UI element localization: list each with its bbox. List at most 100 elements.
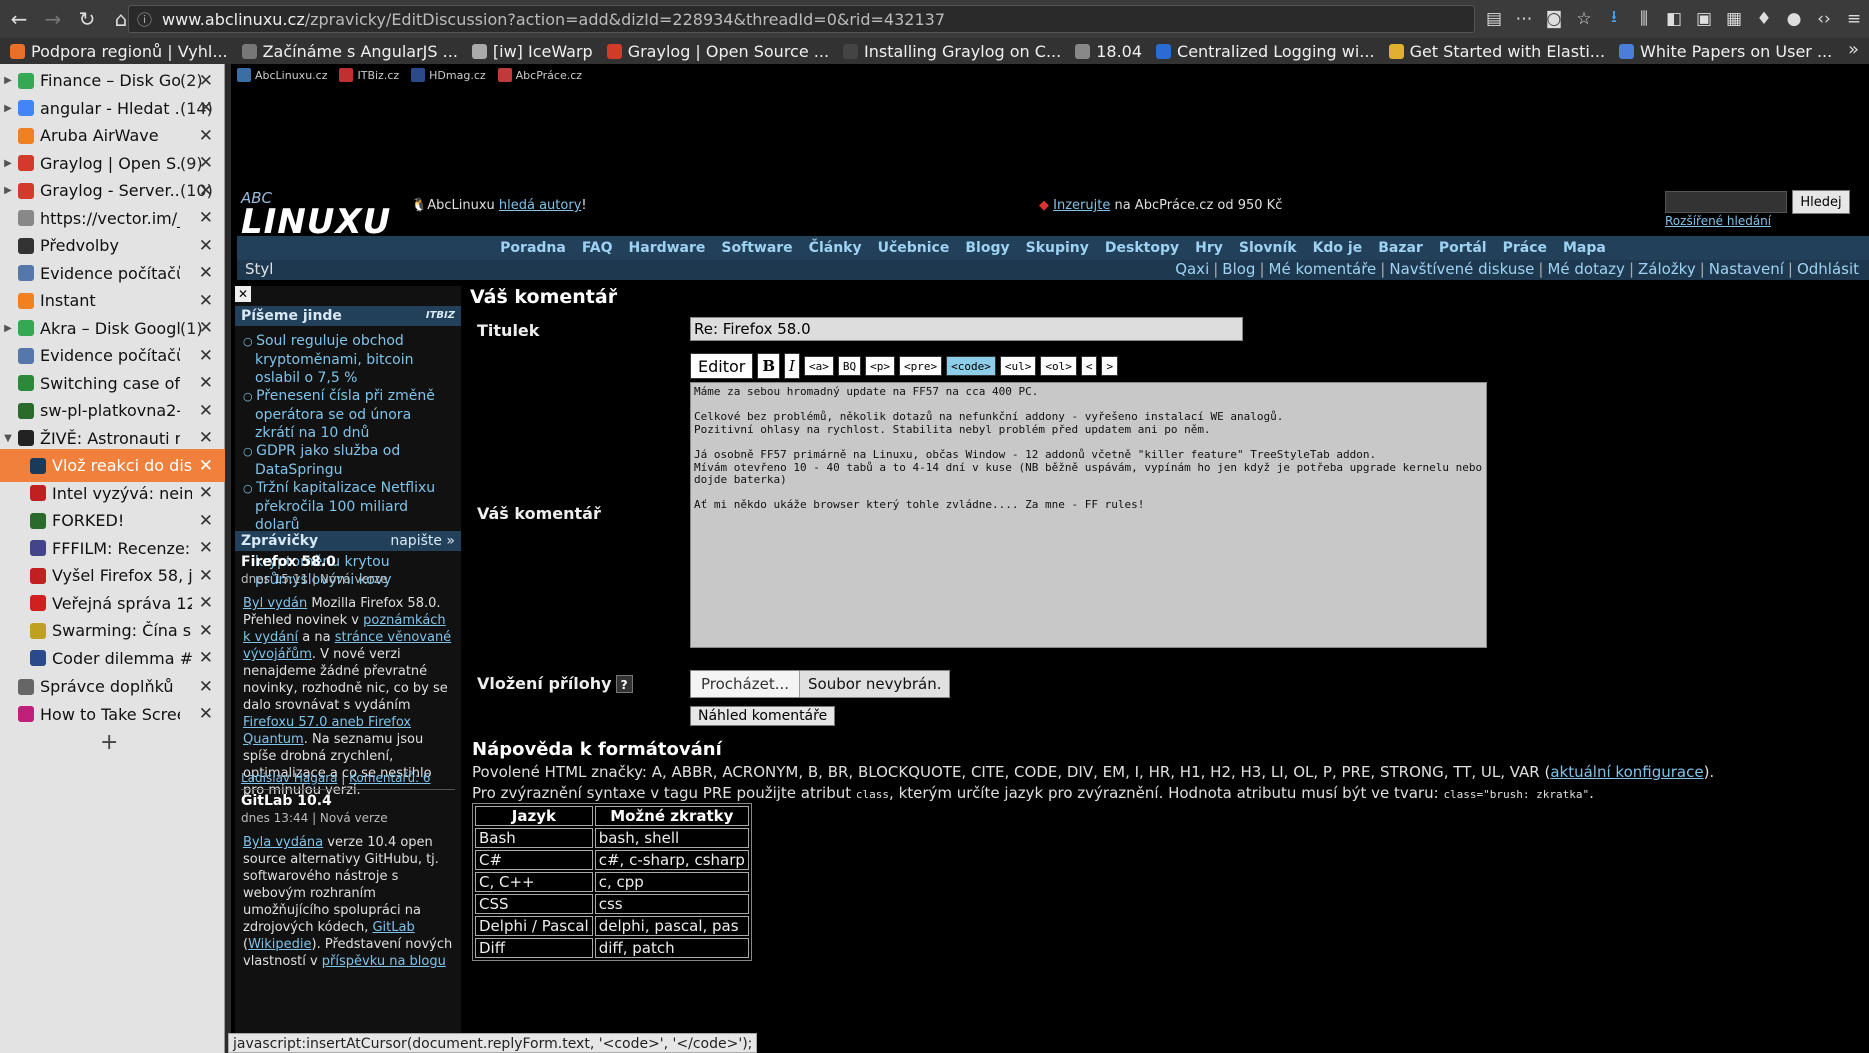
downloads-icon[interactable]: ⭳ [1599, 4, 1629, 33]
code-icon[interactable]: ‹› [1809, 9, 1839, 29]
menu-item[interactable]: Hardware [629, 240, 706, 256]
network-link[interactable]: AbcLinuxu.cz [237, 68, 327, 82]
toolbar-button[interactable]: Editor [690, 353, 754, 379]
url-bar[interactable]: ⓘ www.abclinuxu.cz/zpravicky/EditDiscuss… [128, 5, 1475, 33]
site-logo[interactable]: ABC LINUXU [241, 189, 390, 239]
close-icon[interactable]: ✕ [199, 538, 213, 558]
menu-item[interactable]: Poradna [500, 240, 566, 256]
jinde-item[interactable]: Přenesení čísla při změně operátora se o… [241, 387, 451, 442]
bookmark-item[interactable]: Podpora regionů | Vyhl... [10, 42, 228, 61]
toolbar-button[interactable]: <ol> [1040, 356, 1077, 376]
network-link[interactable]: ITBiz.cz [339, 68, 399, 82]
title-input[interactable] [690, 317, 1243, 341]
menu-icon[interactable]: ≡ [1839, 9, 1869, 29]
menu-item[interactable]: Blogy [965, 240, 1009, 256]
close-icon[interactable]: ✕ [199, 318, 213, 338]
toolbar-button[interactable]: <a> [803, 356, 834, 376]
search-button[interactable]: Hledej [1792, 190, 1850, 214]
file-chooser[interactable]: Procházet... Soubor nevybrán. [690, 670, 950, 698]
addon-icon[interactable]: ♦ [1749, 9, 1779, 29]
tab-twisty-icon[interactable]: ▶ [2, 323, 14, 334]
jinde-item[interactable]: Tržní kapitalizace Netflixu překročila 1… [241, 479, 451, 534]
user-link[interactable]: Záložky [1638, 260, 1696, 278]
advanced-search-link[interactable]: Rozšířené hledání [1665, 214, 1771, 228]
toolbar-button[interactable]: I [784, 353, 800, 379]
new-tab-button[interactable]: + [100, 730, 118, 755]
close-icon[interactable]: ✕ [199, 483, 213, 503]
sidebar-icon[interactable]: ◧ [1659, 9, 1689, 29]
browse-button[interactable]: Procházet... [691, 671, 801, 697]
menu-item[interactable]: Software [721, 240, 792, 256]
news1-title[interactable]: Firefox 58.0 [241, 554, 336, 570]
style-link[interactable]: Styl [245, 260, 273, 278]
ad-link[interactable]: Inzerujte [1053, 198, 1110, 213]
close-icon[interactable]: ✕ [199, 346, 213, 366]
news2-title[interactable]: GitLab 10.4 [241, 793, 332, 809]
toolbar-button[interactable]: B [757, 353, 781, 379]
close-icon[interactable]: ✕ [199, 98, 213, 118]
menu-item[interactable]: Hry [1195, 240, 1223, 256]
preview-button[interactable]: Náhled komentáře [690, 706, 836, 726]
close-icon[interactable]: ✕ [199, 511, 213, 531]
user-link[interactable]: Mé komentáře [1269, 260, 1377, 278]
extensions-icon[interactable]: ▦ [1719, 9, 1749, 29]
close-icon[interactable]: ✕ [199, 401, 213, 421]
close-icon[interactable]: ✕ [235, 286, 251, 302]
tab-twisty-icon[interactable]: ▼ [2, 433, 14, 444]
network-link[interactable]: HDmag.cz [411, 68, 486, 82]
close-icon[interactable]: ✕ [199, 677, 213, 697]
config-link[interactable]: aktuální konfigurace [1550, 763, 1703, 781]
user-link[interactable]: Odhlásit [1797, 260, 1859, 278]
menu-item[interactable]: Slovník [1239, 240, 1297, 256]
back-icon[interactable]: ← [4, 4, 34, 34]
site-search-input[interactable] [1665, 191, 1787, 213]
user-link[interactable]: Mé dotazy [1547, 260, 1624, 278]
menu-item[interactable]: Portál [1439, 240, 1487, 256]
toolbar-button[interactable]: <p> [865, 356, 895, 376]
chat-icon[interactable]: ● [1779, 9, 1809, 29]
bookmark-item[interactable]: Začínáme s AngularJS ... [241, 42, 458, 61]
screenshot-icon[interactable]: ▣ [1689, 9, 1719, 29]
bookmark-item[interactable]: 18.04 [1075, 42, 1142, 61]
reload-icon[interactable]: ↻ [72, 4, 102, 34]
tab-twisty-icon[interactable]: ▶ [2, 75, 14, 86]
menu-item[interactable]: Kdo je [1313, 240, 1363, 256]
close-icon[interactable]: ✕ [199, 593, 213, 613]
attach-help-button[interactable]: ? [615, 675, 633, 693]
bookmark-star-icon[interactable]: ☆ [1569, 9, 1599, 29]
tab-item[interactable]: How to Take Screen.. ✕ [0, 698, 225, 731]
library-icon[interactable]: ⫼ [1629, 9, 1659, 29]
bookmark-item[interactable]: Centralized Logging wi... [1156, 42, 1375, 61]
menu-item[interactable]: Články [809, 240, 862, 256]
close-icon[interactable]: ✕ [199, 208, 213, 228]
authors-link[interactable]: hledá autory [499, 198, 582, 213]
close-icon[interactable]: ✕ [199, 181, 213, 201]
news1-author[interactable]: Ladislav Hagara [241, 771, 337, 785]
news-write-link[interactable]: napište » [390, 531, 455, 551]
jinde-item[interactable]: Soul reguluje obchod kryptoměnami, bitco… [241, 332, 451, 387]
toolbar-button[interactable]: <ul> [999, 356, 1037, 376]
menu-item[interactable]: Desktopy [1105, 240, 1179, 256]
close-icon[interactable]: ✕ [199, 566, 213, 586]
tab-twisty-icon[interactable]: ▶ [2, 185, 14, 196]
jinde-item[interactable]: GDPR jako služba od DataSpringu [241, 442, 451, 479]
close-icon[interactable]: ✕ [199, 291, 213, 311]
network-link[interactable]: AbcPráce.cz [497, 68, 582, 82]
forward-icon[interactable]: → [38, 4, 68, 34]
toolbar-button[interactable]: <code> [946, 356, 996, 376]
close-icon[interactable]: ✕ [199, 153, 213, 173]
tab-twisty-icon[interactable]: ▶ [2, 103, 14, 114]
user-link[interactable]: Blog [1222, 260, 1255, 278]
menu-item[interactable]: FAQ [582, 240, 613, 256]
close-icon[interactable]: ✕ [199, 263, 213, 283]
menu-item[interactable]: Učebnice [878, 240, 950, 256]
toolbar-button[interactable]: <pre> [898, 356, 943, 376]
bookmark-item[interactable]: Graylog | Open Source ... [606, 42, 829, 61]
bookmark-item[interactable]: Installing Graylog on C... [843, 42, 1061, 61]
toolbar-button[interactable]: < [1080, 356, 1098, 376]
menu-item[interactable]: Bazar [1378, 240, 1423, 256]
page-actions-icon[interactable]: ⋯ [1509, 9, 1539, 29]
site-info-icon[interactable]: ⓘ [137, 9, 152, 30]
user-link[interactable]: Navštívené diskuse [1389, 260, 1534, 278]
reader-view-icon[interactable]: ▤ [1479, 9, 1509, 29]
